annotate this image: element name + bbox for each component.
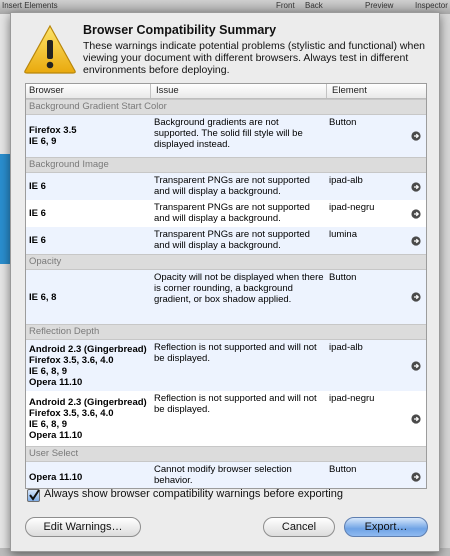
row-browser: Android 2.3 (Gingerbread) Firefox 3.5, 3… <box>29 344 147 388</box>
bg-toolbar-back: Back <box>305 1 323 10</box>
checkbox-label: Always show browser compatibility warnin… <box>44 488 343 500</box>
table-row[interactable]: IE 6 Transparent PNGs are not supported a… <box>26 200 426 227</box>
arrow-circle-right-icon[interactable] <box>411 209 421 219</box>
row-browser: Android 2.3 (Gingerbread) Firefox 3.5, 3… <box>29 397 147 441</box>
arrow-circle-right-icon[interactable] <box>411 292 421 302</box>
table-row[interactable]: IE 6 Transparent PNGs are not supported a… <box>26 173 426 200</box>
column-divider <box>150 84 151 98</box>
row-element: ipad-alb <box>329 342 363 353</box>
group-header: Background Gradient Start Color <box>26 99 426 115</box>
row-issue: Transparent PNGs are not supported and w… <box>154 202 310 224</box>
checkbox-box[interactable] <box>27 489 40 502</box>
row-element: ipad-alb <box>329 175 363 186</box>
arrow-circle-right-icon[interactable] <box>411 182 421 192</box>
row-issue: Reflection is not supported and will not… <box>154 393 317 415</box>
row-element: lumina <box>329 229 357 240</box>
row-browser: Firefox 3.5 IE 6, 9 <box>29 125 77 147</box>
compatibility-dialog: Browser Compatibility Summary These warn… <box>10 12 440 552</box>
row-browser: IE 6, 8 <box>29 292 57 303</box>
table-body: Background Gradient Start Color Firefox 3… <box>26 99 426 488</box>
row-element: Button <box>329 272 357 283</box>
column-header-element[interactable]: Element <box>332 85 367 96</box>
column-header-browser[interactable]: Browser <box>29 85 64 96</box>
edit-warnings-button[interactable]: Edit Warnings… <box>25 517 141 537</box>
group-header: Opacity <box>26 254 426 270</box>
warnings-table[interactable]: Browser Issue Element Background Gradien… <box>25 83 427 489</box>
row-element: Button <box>329 117 357 128</box>
checkmark-icon <box>29 489 40 501</box>
arrow-circle-right-icon[interactable] <box>411 131 421 141</box>
row-issue: Opacity will not be displayed when there… <box>154 272 324 305</box>
row-issue: Reflection is not supported and will not… <box>154 342 317 364</box>
arrow-circle-right-icon[interactable] <box>411 236 421 246</box>
bg-toolbar-front: Front <box>276 1 295 10</box>
row-browser: IE 6 <box>29 208 46 219</box>
row-issue: Background gradients are not supported. … <box>154 117 303 150</box>
group-header: Background Image <box>26 157 426 173</box>
row-browser: Opera 11.10 <box>29 472 83 483</box>
row-issue: Cannot modify browser selection behavior… <box>154 464 292 486</box>
table-row[interactable]: Firefox 3.5 IE 6, 9 Background gradients … <box>26 115 426 157</box>
table-row[interactable]: IE 6 Transparent PNGs are not supported a… <box>26 227 426 254</box>
warning-triangle-icon <box>24 24 76 74</box>
row-element: ipad-negru <box>329 393 375 404</box>
arrow-circle-right-icon[interactable] <box>411 472 421 482</box>
row-browser: IE 6 <box>29 235 46 246</box>
group-header: Reflection Depth <box>26 324 426 340</box>
group-header: User Select <box>26 446 426 462</box>
row-element: Button <box>329 464 357 475</box>
table-row[interactable]: IE 6, 8 Opacity will not be displayed whe… <box>26 270 426 324</box>
column-header-issue[interactable]: Issue <box>156 85 179 96</box>
table-row[interactable]: Opera 11.10 Cannot modify browser selecti… <box>26 462 426 488</box>
column-divider <box>326 84 327 98</box>
export-button[interactable]: Export… <box>344 517 428 537</box>
cancel-button[interactable]: Cancel <box>263 517 335 537</box>
dialog-title: Browser Compatibility Summary <box>83 23 277 37</box>
arrow-circle-right-icon[interactable] <box>411 361 421 371</box>
dialog-description: These warnings indicate potential proble… <box>83 40 426 76</box>
table-row[interactable]: Android 2.3 (Gingerbread) Firefox 3.5, 3… <box>26 340 426 391</box>
bg-toolbar-insert-elements: Insert Elements <box>2 1 58 10</box>
table-row[interactable]: Android 2.3 (Gingerbread) Firefox 3.5, 3… <box>26 391 426 446</box>
bg-toolbar-inspector: Inspector <box>415 1 448 10</box>
row-issue: Transparent PNGs are not supported and w… <box>154 175 310 197</box>
bg-toolbar-preview: Preview <box>365 1 394 10</box>
row-issue: Transparent PNGs are not supported and w… <box>154 229 310 251</box>
row-element: ipad-negru <box>329 202 375 213</box>
table-header: Browser Issue Element <box>26 84 426 99</box>
row-browser: IE 6 <box>29 181 46 192</box>
arrow-circle-right-icon[interactable] <box>411 414 421 424</box>
